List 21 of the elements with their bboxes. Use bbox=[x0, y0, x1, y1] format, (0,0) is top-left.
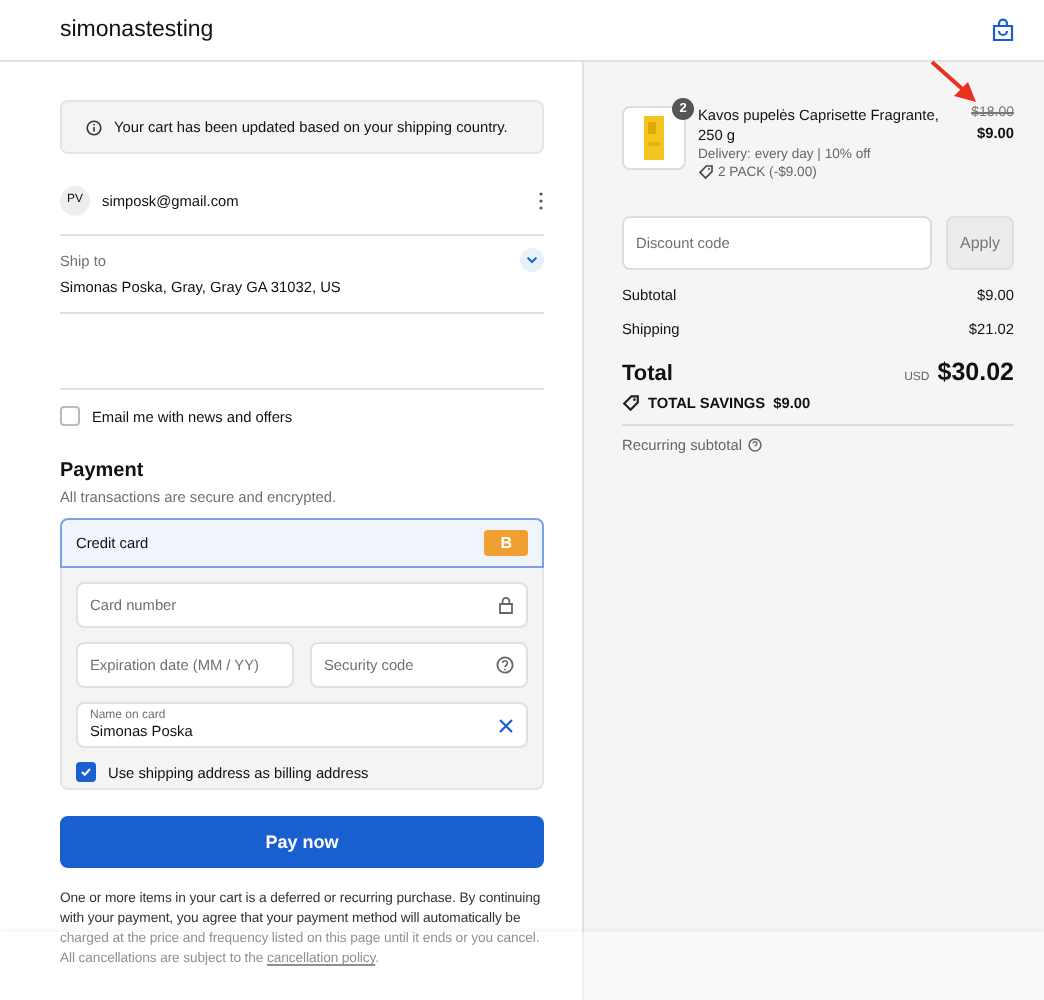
total-amount: $30.02 bbox=[937, 358, 1014, 386]
checkbox[interactable] bbox=[76, 762, 96, 782]
lock-icon bbox=[498, 596, 514, 614]
annotation-arrow bbox=[930, 60, 976, 102]
info-icon bbox=[86, 119, 102, 135]
tag-icon bbox=[622, 394, 640, 412]
checkbox[interactable] bbox=[60, 406, 80, 426]
pay-now-button[interactable]: Pay now bbox=[60, 816, 544, 868]
apply-button[interactable]: Apply bbox=[946, 216, 1014, 270]
section-title: Payment bbox=[60, 460, 146, 482]
store-name: simonastesting bbox=[60, 18, 214, 42]
help-icon[interactable] bbox=[496, 656, 514, 674]
total-label: Total bbox=[622, 362, 673, 386]
clear-icon[interactable] bbox=[498, 717, 514, 733]
checkmark-icon bbox=[80, 766, 92, 778]
more-icon[interactable] bbox=[538, 191, 544, 209]
payment-badge: B bbox=[484, 530, 528, 556]
shopping-bag-icon[interactable] bbox=[992, 18, 1014, 42]
help-icon[interactable] bbox=[747, 438, 762, 452]
tag-icon bbox=[698, 164, 714, 180]
chevron-down-icon[interactable] bbox=[520, 248, 544, 272]
